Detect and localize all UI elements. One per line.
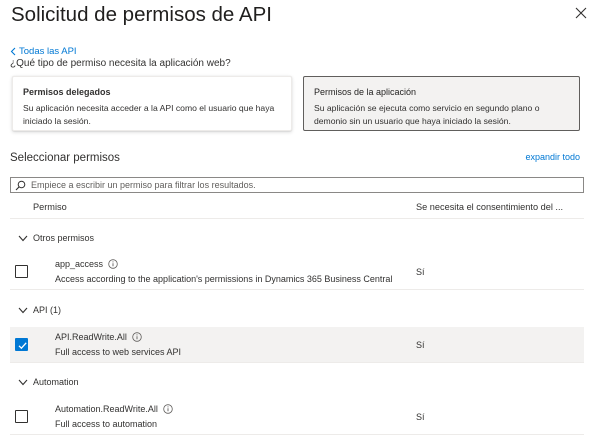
permission-name-cell: Automation.ReadWrite.All — [55, 404, 173, 414]
back-link-label: Todas las API — [19, 46, 77, 57]
back-to-all-apis-link[interactable]: Todas las API — [10, 46, 77, 57]
search-input[interactable] — [31, 180, 571, 190]
card-title: Permisos delegados — [23, 87, 111, 97]
chevron-down-icon — [18, 379, 28, 385]
chevron-down-icon — [18, 307, 28, 313]
expand-all-link[interactable]: expandir todo — [525, 152, 580, 162]
table-row: API.ReadWrite.All Full access to web ser… — [10, 327, 584, 363]
checkmark-icon — [18, 342, 27, 350]
permission-description: Full access to automation — [55, 419, 158, 429]
permission-name: app_access — [55, 259, 104, 269]
group-toggle-api[interactable]: API (1) — [10, 298, 584, 322]
info-icon[interactable] — [132, 332, 142, 342]
chevron-left-icon — [10, 47, 16, 56]
delegated-permissions-card[interactable]: Permisos delegados Su aplicación necesit… — [12, 76, 292, 131]
card-title: Permisos de la aplicación — [314, 87, 417, 97]
permission-type-question: ¿Qué tipo de permiso necesita la aplicac… — [10, 58, 231, 69]
info-icon[interactable] — [108, 259, 118, 269]
permission-checkbox[interactable] — [15, 338, 28, 351]
admin-consent-value: Sí — [416, 340, 425, 350]
permission-name-cell: API.ReadWrite.All — [55, 332, 142, 342]
permission-name: API.ReadWrite.All — [55, 332, 127, 342]
permission-description: Access according to the application's pe… — [55, 274, 393, 284]
card-description: Su aplicación necesita acceder a la API … — [23, 103, 275, 126]
table-row: Automation.ReadWrite.All Full access to … — [10, 399, 584, 435]
permission-checkbox[interactable] — [15, 265, 28, 278]
divider — [10, 218, 584, 219]
table-row: app_access Access according to the appli… — [10, 254, 584, 290]
card-description: Su aplicación se ejecuta como servicio e… — [314, 103, 540, 126]
info-icon[interactable] — [163, 404, 173, 414]
search-icon — [15, 180, 26, 190]
close-icon[interactable] — [574, 6, 588, 20]
page-title: Solicitud de permisos de API — [11, 3, 272, 26]
permission-description: Full access to web services API — [55, 347, 182, 357]
application-permissions-card[interactable]: Permisos de la aplicación Su aplicación … — [303, 76, 580, 131]
group-toggle-automation[interactable]: Automation — [10, 370, 584, 394]
permission-name-cell: app_access — [55, 259, 118, 269]
group-label: API (1) — [33, 305, 62, 315]
group-label: Otros permisos — [33, 233, 95, 243]
permission-checkbox[interactable] — [15, 410, 28, 423]
admin-consent-value: Sí — [416, 412, 425, 422]
column-header-admin-consent: Se necesita el consentimiento del ... — [416, 202, 564, 212]
admin-consent-value: Sí — [416, 267, 425, 277]
chevron-down-icon — [18, 235, 28, 241]
group-label: Automation — [33, 377, 79, 387]
group-toggle-otros-permisos[interactable]: Otros permisos — [10, 226, 584, 250]
column-header-permission: Permiso — [33, 202, 67, 212]
select-permissions-heading: Seleccionar permisos — [10, 152, 120, 164]
permission-name: Automation.ReadWrite.All — [55, 404, 158, 414]
permission-search-box[interactable] — [10, 177, 584, 193]
